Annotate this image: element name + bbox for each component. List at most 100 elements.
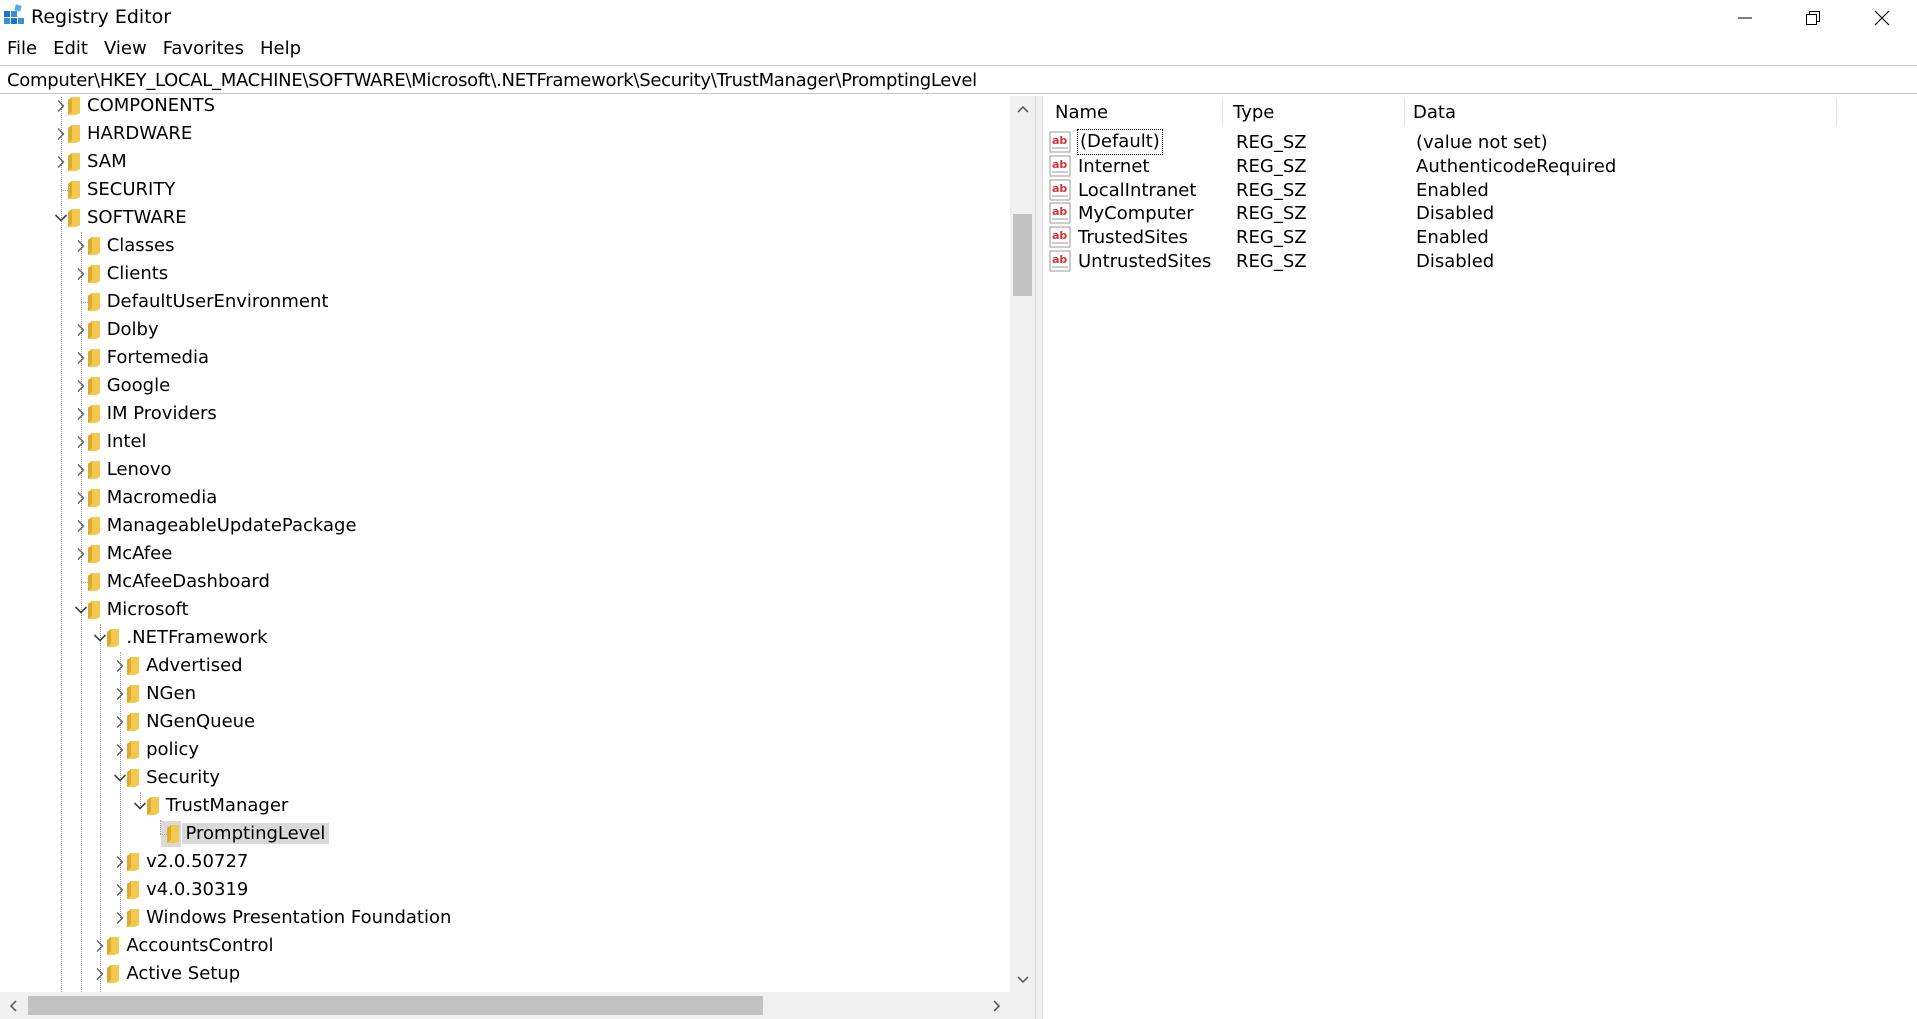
tree-node[interactable]: COMPONENTS [0, 96, 1010, 120]
string-value-icon: ab [1049, 202, 1071, 224]
folder-icon [87, 461, 100, 479]
tree-vertical-scrollbar[interactable] [1010, 96, 1035, 992]
column-divider[interactable] [1404, 98, 1405, 126]
tree-horizontal-scrollbar[interactable] [0, 992, 1010, 1019]
tree-node[interactable]: Lenovo [0, 456, 1010, 484]
svg-text:ab: ab [1052, 158, 1067, 171]
chevron-down-icon [1016, 975, 1029, 983]
tree-node[interactable]: Classes [0, 232, 1010, 260]
key-tree[interactable]: COMPONENTS HARDWARE SAM SECURITY SOFTWARE Cla… [0, 96, 1035, 1019]
tree-node[interactable]: Clients [0, 260, 1010, 288]
tree-node-label: .NETFramework [126, 627, 268, 648]
tree-node[interactable]: SOFTWARE [0, 204, 1010, 232]
tree-node[interactable]: v2.0.50727 [0, 848, 1010, 876]
tree-node-label: Macromedia [106, 487, 218, 508]
horizontal-scroll-thumb[interactable] [28, 996, 763, 1015]
chevron-right-icon [57, 100, 65, 112]
restore-button[interactable] [1778, 0, 1848, 35]
vertical-scroll-thumb[interactable] [1013, 214, 1032, 296]
tree-node[interactable]: Dolby [0, 316, 1010, 344]
tree-node[interactable]: Intel [0, 428, 1010, 456]
chevron-right-icon [77, 520, 85, 532]
folder-icon [127, 853, 140, 871]
value-name: TrustedSites [1078, 227, 1189, 249]
tree-node-label: McAfee [106, 543, 173, 564]
tree-node[interactable]: Fortemedia [0, 344, 1010, 372]
column-header-data[interactable]: Data [1413, 102, 1456, 123]
chevron-down-icon [114, 774, 127, 782]
string-value-icon: ab [1049, 155, 1071, 177]
column-header-type[interactable]: Type [1233, 102, 1274, 123]
folder-icon [87, 321, 100, 339]
value-name: UntrustedSites [1078, 251, 1212, 272]
column-divider[interactable] [1222, 98, 1223, 126]
svg-text:ab: ab [1052, 182, 1067, 195]
scroll-left-button[interactable] [0, 992, 26, 1019]
chevron-right-icon [116, 912, 124, 924]
menu-view[interactable]: View [96, 35, 155, 63]
chevron-down-icon [94, 634, 107, 642]
value-name: LocalIntranet [1078, 179, 1197, 201]
tree-node[interactable]: NGen [0, 680, 1010, 708]
tree-node-label: policy [146, 739, 200, 760]
chevron-right-icon [77, 268, 85, 280]
scroll-up-button[interactable] [1010, 96, 1035, 121]
tree-node[interactable]: Microsoft [0, 596, 1010, 624]
column-divider[interactable] [1836, 98, 1837, 126]
menu-file[interactable]: File [0, 35, 45, 63]
tree-node-label: DefaultUserEnvironment [106, 291, 329, 312]
tree-node[interactable]: Security [0, 764, 1010, 792]
tree-node-label: NGenQueue [146, 711, 256, 732]
tree-node-label: SECURITY [87, 179, 176, 200]
value-list[interactable]: Name Type Data ab (Default) REG_SZ (value n… [1043, 96, 1917, 1019]
column-header-name[interactable]: Name [1055, 102, 1108, 123]
folder-icon [87, 545, 100, 563]
value-row[interactable]: ab UntrustedSites REG_SZ Disabled [1043, 247, 1917, 276]
tree-node[interactable]: Google [0, 372, 1010, 400]
tree-node[interactable]: Active Setup [0, 960, 1010, 988]
menu-edit[interactable]: Edit [45, 35, 96, 63]
tree-node-label: Security [146, 767, 221, 788]
tree-node[interactable]: TrustManager [0, 792, 1010, 820]
close-button[interactable] [1847, 0, 1917, 35]
menu-favorites[interactable]: Favorites [155, 35, 252, 63]
scroll-right-button[interactable] [984, 992, 1010, 1019]
chevron-right-icon [77, 548, 85, 560]
tree-node[interactable]: PromptingLevel [0, 820, 1010, 848]
tree-node[interactable]: Windows Presentation Foundation [0, 904, 1010, 932]
menu-help[interactable]: Help [252, 35, 309, 63]
minimize-button[interactable] [1710, 0, 1780, 35]
address-path[interactable]: Computer\HKEY_LOCAL_MACHINE\SOFTWARE\Mic… [7, 70, 977, 91]
tree-node[interactable]: NGenQueue [0, 708, 1010, 736]
value-type: REG_SZ [1236, 227, 1307, 249]
scroll-down-button[interactable] [1010, 967, 1035, 992]
svg-text:ab: ab [1052, 205, 1067, 218]
value-name: MyComputer [1078, 203, 1194, 225]
tree-node[interactable]: v4.0.30319 [0, 876, 1010, 904]
folder-icon [87, 433, 100, 451]
tree-node-label: Fortemedia [106, 347, 210, 368]
address-bar[interactable]: Computer\HKEY_LOCAL_MACHINE\SOFTWARE\Mic… [0, 65, 1917, 94]
tree-node[interactable]: AccountsControl [0, 932, 1010, 960]
tree-node[interactable]: IM Providers [0, 400, 1010, 428]
tree-node[interactable]: McAfeeDashboard [0, 568, 1010, 596]
tree-node[interactable]: .NETFramework [0, 624, 1010, 652]
pane-splitter[interactable] [1035, 96, 1043, 1019]
tree-node[interactable]: SECURITY [0, 176, 1010, 204]
tree-node-label: Clients [106, 263, 169, 284]
tree-node[interactable]: Macromedia [0, 484, 1010, 512]
registry-editor-icon [4, 4, 24, 24]
chevron-right-icon [116, 856, 124, 868]
tree-node[interactable]: DefaultUserEnvironment [0, 288, 1010, 316]
folder-icon [87, 489, 100, 507]
tree-node[interactable]: Advertised [0, 652, 1010, 680]
chevron-right-icon [77, 464, 85, 476]
folder-icon [107, 937, 120, 955]
tree-node[interactable]: McAfee [0, 540, 1010, 568]
string-value-icon: ab [1049, 131, 1071, 153]
tree-node[interactable]: HARDWARE [0, 120, 1010, 148]
folder-icon [87, 265, 100, 283]
tree-node[interactable]: ManageableUpdatePackage [0, 512, 1010, 540]
tree-node[interactable]: SAM [0, 148, 1010, 176]
tree-node[interactable]: policy [0, 736, 1010, 764]
